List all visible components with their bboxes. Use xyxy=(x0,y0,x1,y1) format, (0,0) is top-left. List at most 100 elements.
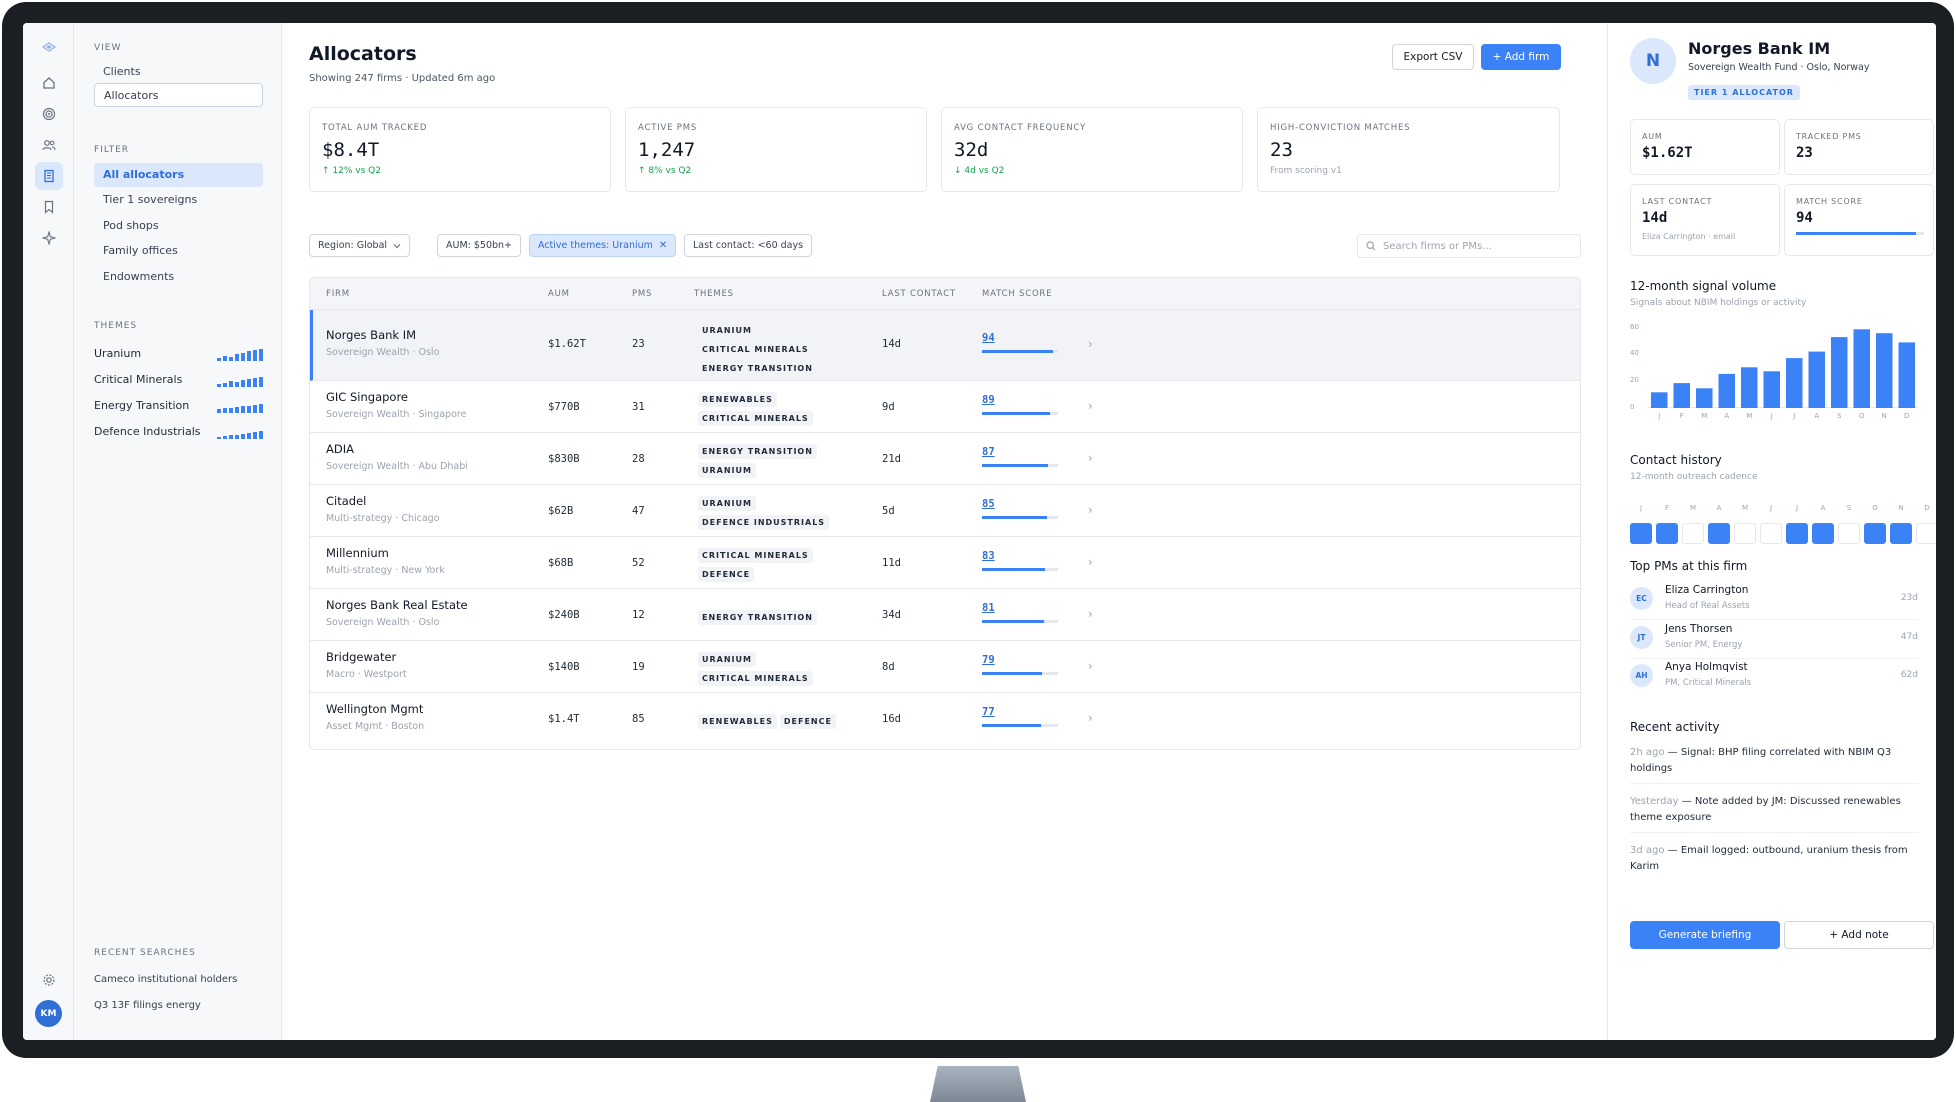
filter-chip-last-contact[interactable]: Last contact: <60 days xyxy=(684,234,813,257)
firm-subtitle: Asset Mgmt · Boston xyxy=(326,721,425,732)
recent-search-item[interactable]: Cameco institutional holders xyxy=(94,974,237,985)
contact-month-cell[interactable] xyxy=(1682,523,1704,544)
contact-month-cell[interactable] xyxy=(1916,523,1936,544)
theme-tag: CRITICAL MINERALS xyxy=(698,548,813,563)
column-header-last-contact[interactable]: LAST CONTACT xyxy=(882,289,956,299)
column-header-pms[interactable]: PMS xyxy=(632,289,652,299)
chevron-right-icon[interactable]: › xyxy=(1088,607,1093,621)
export-csv-button[interactable]: Export CSV xyxy=(1392,44,1474,70)
firm-name[interactable]: Millennium xyxy=(326,546,389,560)
pm-row[interactable]: EC Eliza Carrington Head of Real Assets … xyxy=(1630,584,1918,620)
table-row[interactable]: Citadel Multi-strategy · Chicago $62B 47… xyxy=(310,485,1580,537)
match-score-link[interactable]: 87 xyxy=(982,446,995,458)
add-firm-button[interactable]: + Add firm xyxy=(1481,44,1561,70)
pm-name[interactable]: Anya Holmqvist xyxy=(1665,661,1748,673)
table-row[interactable]: Wellington Mgmt Asset Mgmt · Boston $1.4… xyxy=(310,693,1580,745)
column-header-firm[interactable]: FIRM xyxy=(326,289,350,299)
view-item-clients[interactable]: Clients xyxy=(94,60,263,84)
match-score-link[interactable]: 81 xyxy=(982,602,995,614)
contact-month-cell[interactable] xyxy=(1812,523,1834,544)
filter-item-pod-shops[interactable]: Pod shops xyxy=(94,214,263,238)
chevron-right-icon[interactable]: › xyxy=(1088,337,1093,351)
match-score-bar xyxy=(982,724,1058,727)
table-row[interactable]: Millennium Multi-strategy · New York $68… xyxy=(310,537,1580,589)
firm-name[interactable]: Wellington Mgmt xyxy=(326,702,423,716)
user-avatar[interactable]: KM xyxy=(35,1000,62,1027)
firm-name[interactable]: ADIA xyxy=(326,442,354,456)
filter-chip-region[interactable]: Region: Global xyxy=(309,234,411,257)
generate-briefing-button[interactable]: Generate briefing xyxy=(1630,921,1780,949)
match-score-link[interactable]: 94 xyxy=(982,332,995,344)
firm-name[interactable]: Citadel xyxy=(326,494,366,508)
stat-card-total-aum: TOTAL AUM TRACKED $8.4T ↑ 12% vs Q2 xyxy=(309,107,611,192)
filter-item-family-offices[interactable]: Family offices xyxy=(94,239,263,263)
match-score-link[interactable]: 85 xyxy=(982,498,995,510)
match-score-link[interactable]: 89 xyxy=(982,394,995,406)
themes-cell: RENEWABLES CRITICAL MINERALS xyxy=(698,387,816,426)
building-icon[interactable] xyxy=(35,162,63,190)
filter-chip-themes[interactable]: Active themes: Uranium ✕ xyxy=(529,234,677,257)
chevron-right-icon[interactable]: › xyxy=(1088,451,1093,465)
sparkle-icon[interactable] xyxy=(35,224,63,252)
theme-label: Critical Minerals xyxy=(94,373,183,386)
match-score-bar xyxy=(982,672,1058,675)
chevron-right-icon[interactable]: › xyxy=(1088,659,1093,673)
theme-uranium[interactable]: Uranium xyxy=(94,347,263,363)
people-icon[interactable] xyxy=(35,131,63,159)
column-header-aum[interactable]: AUM xyxy=(548,289,570,299)
theme-tag: URANIUM xyxy=(698,463,756,478)
pm-name[interactable]: Eliza Carrington xyxy=(1665,584,1748,596)
firm-name[interactable]: GIC Singapore xyxy=(326,390,408,404)
chevron-right-icon[interactable]: › xyxy=(1088,503,1093,517)
contact-month-cell[interactable] xyxy=(1760,523,1782,544)
recent-search-item[interactable]: Q3 13F filings energy xyxy=(94,1000,201,1011)
chevron-right-icon[interactable]: › xyxy=(1088,399,1093,413)
firm-name[interactable]: Bridgewater xyxy=(326,650,396,664)
radar-icon[interactable] xyxy=(35,100,63,128)
chevron-right-icon[interactable]: › xyxy=(1088,555,1093,569)
themes-cell: RENEWABLES DEFENCE xyxy=(698,709,839,729)
match-score-link[interactable]: 83 xyxy=(982,550,995,562)
pms-cell: 19 xyxy=(632,661,645,673)
pm-row[interactable]: JT Jens Thorsen Senior PM, Energy 47d xyxy=(1630,623,1918,659)
theme-energy-transition[interactable]: Energy Transition xyxy=(94,399,263,415)
table-row[interactable]: GIC Singapore Sovereign Wealth · Singapo… xyxy=(310,381,1580,433)
match-score-link[interactable]: 77 xyxy=(982,706,995,718)
stat-value: 23 xyxy=(1270,139,1293,161)
contact-month-cell[interactable] xyxy=(1630,523,1652,544)
logo-icon[interactable] xyxy=(35,33,63,61)
search-input[interactable]: Search firms or PMs... xyxy=(1357,234,1581,258)
add-note-button[interactable]: + Add note xyxy=(1784,921,1934,949)
table-row[interactable]: Bridgewater Macro · Westport $140B 19 UR… xyxy=(310,641,1580,693)
contact-month-cell[interactable] xyxy=(1838,523,1860,544)
settings-gear-icon[interactable] xyxy=(35,966,63,994)
contact-month-cell[interactable] xyxy=(1656,523,1678,544)
view-item-allocators[interactable]: Allocators xyxy=(94,83,263,107)
icon-rail: KM xyxy=(23,23,74,1040)
table-row[interactable]: ADIA Sovereign Wealth · Abu Dhabi $830B … xyxy=(310,433,1580,485)
contact-month-cell[interactable] xyxy=(1864,523,1886,544)
contact-month-cell[interactable] xyxy=(1786,523,1808,544)
close-icon[interactable]: ✕ xyxy=(659,240,667,251)
contact-month-cell[interactable] xyxy=(1708,523,1730,544)
theme-critical-minerals[interactable]: Critical Minerals xyxy=(94,373,263,389)
chevron-right-icon[interactable]: › xyxy=(1088,711,1093,725)
firm-name[interactable]: Norges Bank Real Estate xyxy=(326,598,468,612)
pm-row[interactable]: AH Anya Holmqvist PM, Critical Minerals … xyxy=(1630,661,1918,697)
filter-chip-aum[interactable]: AUM: $50bn+ xyxy=(437,234,522,257)
bookmark-icon[interactable] xyxy=(35,193,63,221)
filter-item-tier1-sovereigns[interactable]: Tier 1 sovereigns xyxy=(94,188,263,212)
home-icon[interactable] xyxy=(35,69,63,97)
table-row[interactable]: Norges Bank IM Sovereign Wealth · Oslo $… xyxy=(310,310,1580,381)
contact-month-cell[interactable] xyxy=(1734,523,1756,544)
table-row[interactable]: Norges Bank Real Estate Sovereign Wealth… xyxy=(310,589,1580,641)
contact-month-cell[interactable] xyxy=(1890,523,1912,544)
theme-defence-industrials[interactable]: Defence Industrials xyxy=(94,425,263,441)
pm-name[interactable]: Jens Thorsen xyxy=(1665,623,1732,635)
column-header-themes[interactable]: THEMES xyxy=(694,289,734,299)
column-header-match-score[interactable]: MATCH SCORE xyxy=(982,289,1052,299)
filter-item-all-allocators[interactable]: All allocators xyxy=(94,163,263,187)
firm-name[interactable]: Norges Bank IM xyxy=(326,328,416,342)
match-score-link[interactable]: 79 xyxy=(982,654,995,666)
filter-item-endowments[interactable]: Endowments xyxy=(94,265,263,289)
